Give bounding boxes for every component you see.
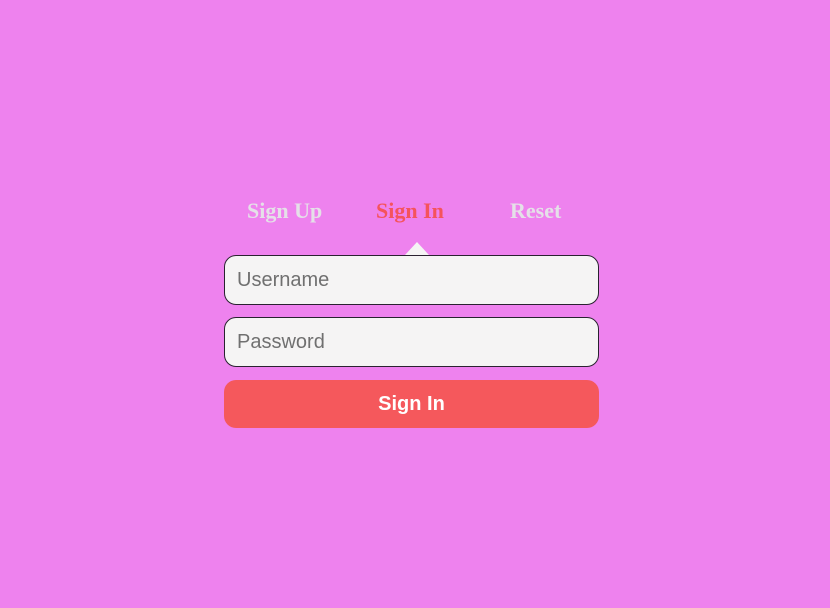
username-input[interactable] <box>224 255 599 305</box>
auth-tabs: Sign Up Sign In Reset <box>224 193 599 229</box>
tab-sign-in[interactable]: Sign In <box>376 193 444 229</box>
sign-in-button[interactable]: Sign In <box>224 380 599 428</box>
tab-reset[interactable]: Reset <box>510 193 561 229</box>
password-input[interactable] <box>224 317 599 367</box>
tab-sign-up[interactable]: Sign Up <box>247 193 322 229</box>
active-tab-indicator <box>405 242 429 255</box>
